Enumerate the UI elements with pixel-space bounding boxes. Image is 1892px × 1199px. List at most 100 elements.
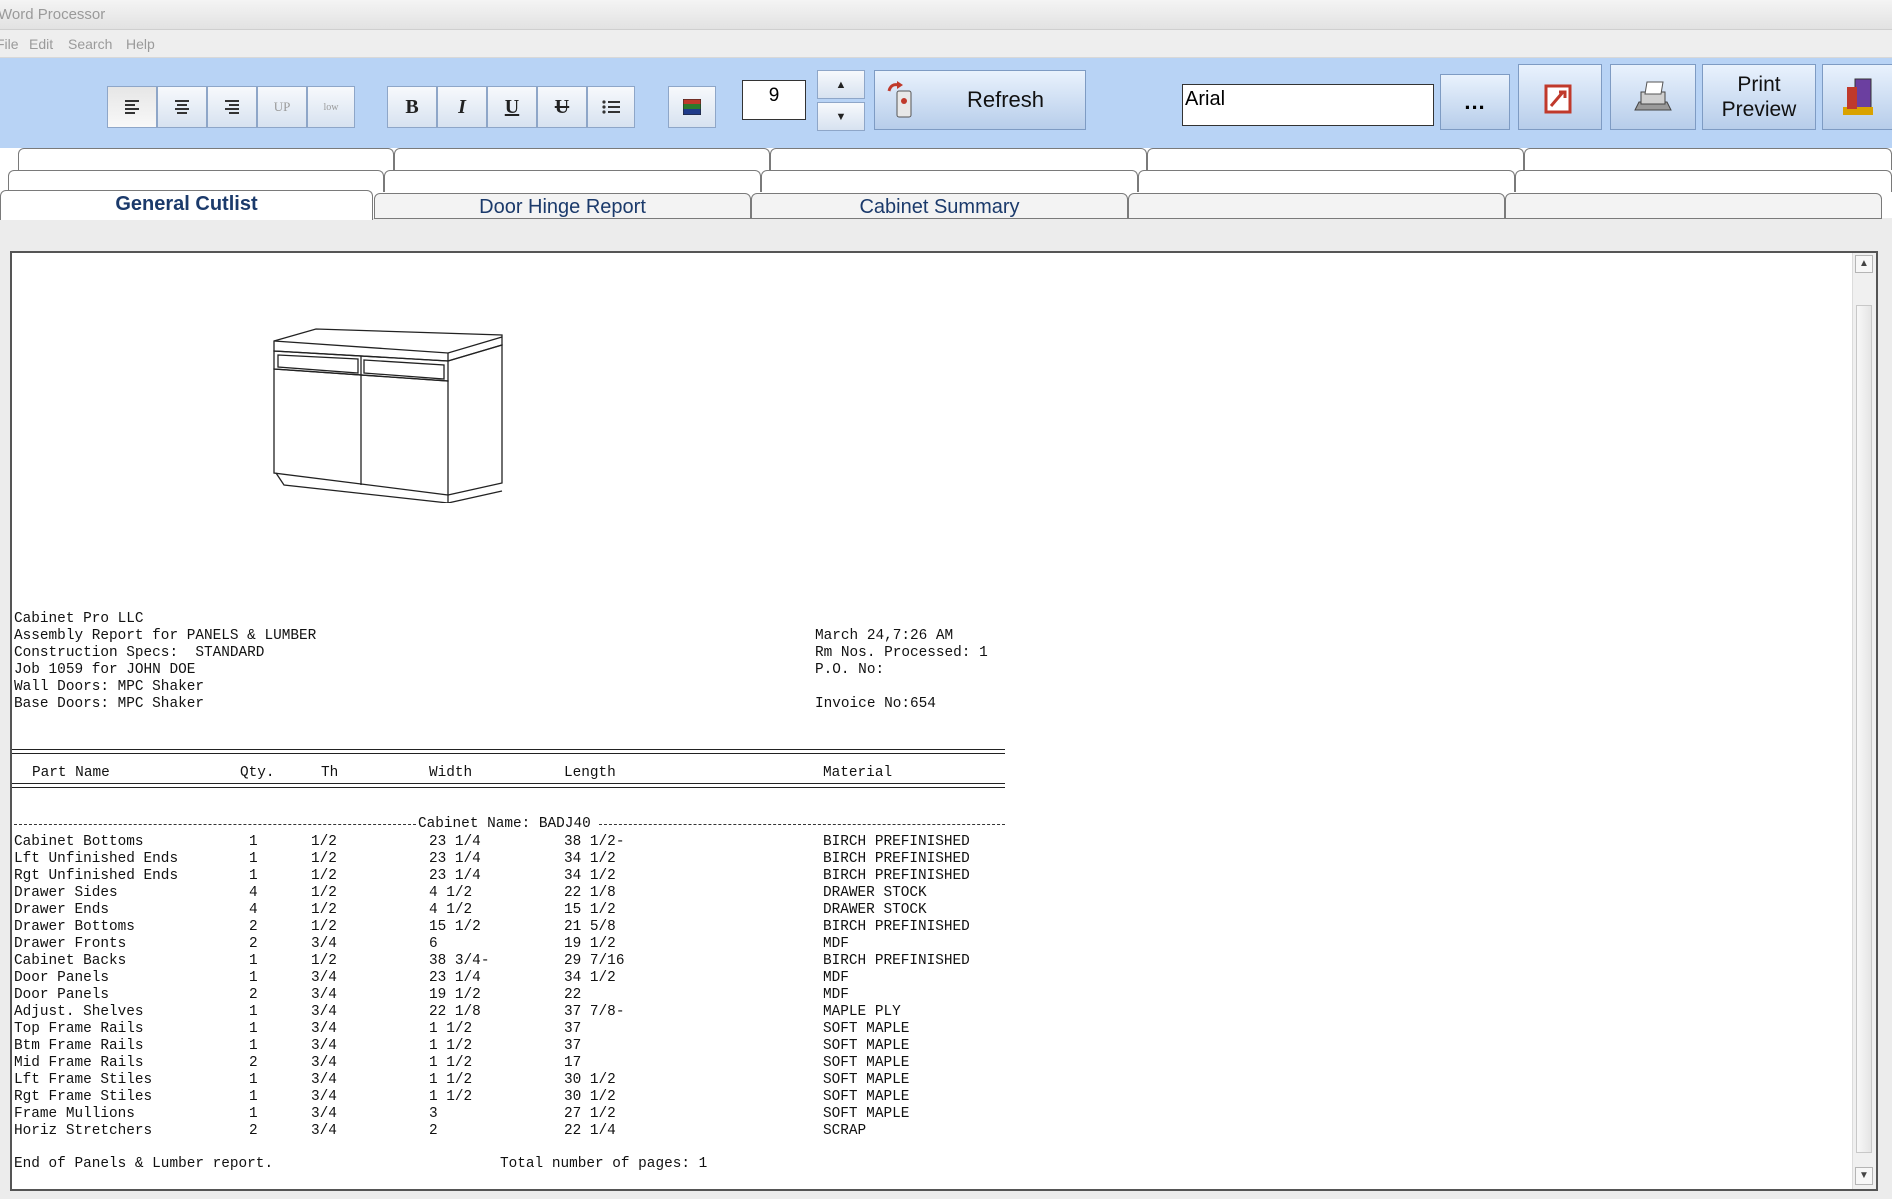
font-size-field[interactable]: 9 <box>742 80 806 120</box>
print-button[interactable] <box>1610 64 1696 130</box>
po-number: P.O. No: <box>815 662 885 678</box>
print-preview-label-2: Preview <box>1721 98 1797 121</box>
bullet-list-button[interactable] <box>587 86 635 128</box>
cell-part-name: Top Frame Rails <box>14 1021 144 1037</box>
cell-width: 23 1/4 <box>429 970 481 986</box>
wall-doors-line: Wall Doors: MPC Shaker <box>14 679 204 695</box>
col-length: Length <box>564 765 616 781</box>
cell-material: DRAWER STOCK <box>823 902 927 918</box>
cell-length: 37 <box>564 1021 582 1037</box>
cell-width: 1 1/2 <box>429 1072 473 1088</box>
refresh-label: Refresh <box>967 87 1045 112</box>
tab-back-row1-1[interactable] <box>18 148 394 170</box>
tab-back-row2-1[interactable] <box>8 170 384 192</box>
pdf-export-icon <box>1544 84 1572 114</box>
more-button[interactable]: ... <box>1440 74 1510 130</box>
cell-length: 17 <box>564 1055 582 1071</box>
tab-back-row2-2[interactable] <box>384 170 761 192</box>
cell-material: SOFT MAPLE <box>823 1072 910 1088</box>
cell-part-name: Drawer Bottoms <box>14 919 135 935</box>
scroll-up-icon[interactable]: ▲ <box>1855 255 1873 273</box>
construction-specs-line: Construction Specs: STANDARD <box>14 645 265 661</box>
cell-th: 3/4 <box>311 1123 337 1139</box>
font-size-down-button[interactable]: ▼ <box>817 102 865 131</box>
tab-cabinet-summary[interactable]: Cabinet Summary <box>751 193 1128 219</box>
cell-material: MDF <box>823 970 849 986</box>
cell-th: 3/4 <box>311 1038 337 1054</box>
total-pages-text: Total number of pages: 1 <box>500 1156 708 1172</box>
font-size-up-button[interactable]: ▲ <box>817 70 865 99</box>
tab-back-row1-4[interactable] <box>1147 148 1524 170</box>
italic-button[interactable]: I <box>437 86 487 128</box>
align-left-button[interactable] <box>107 86 157 128</box>
cell-material: DRAWER STOCK <box>823 885 927 901</box>
cell-width: 6 <box>429 936 438 952</box>
tab-back-row2-3[interactable] <box>761 170 1138 192</box>
tab-door-hinge-report[interactable]: Door Hinge Report <box>374 193 751 219</box>
cell-th: 1/2 <box>311 902 337 918</box>
scroll-down-icon[interactable]: ▼ <box>1855 1167 1873 1185</box>
tab-empty-5[interactable] <box>1505 193 1882 219</box>
cell-length: 29 7/16 <box>564 953 625 969</box>
export-button[interactable] <box>1518 64 1602 130</box>
menu-edit[interactable]: Edit <box>29 30 53 58</box>
menu-file[interactable]: File <box>0 30 19 58</box>
menu-help[interactable]: Help <box>126 30 155 58</box>
cell-part-name: Adjust. Shelves <box>14 1004 144 1020</box>
cell-material: SOFT MAPLE <box>823 1106 910 1122</box>
cell-material: MDF <box>823 936 849 952</box>
refresh-button[interactable]: Refresh <box>874 70 1086 130</box>
invoice-number: Invoice No:654 <box>815 696 936 712</box>
col-width: Width <box>429 765 473 781</box>
report-document[interactable]: Cabinet Pro LLC Assembly Report for PANE… <box>10 251 1878 1191</box>
cell-length: 19 1/2 <box>564 936 616 952</box>
tab-back-row1-2[interactable] <box>394 148 770 170</box>
cabinet-drawing <box>273 328 503 503</box>
superscript-button[interactable]: UP <box>257 86 307 128</box>
cell-length: 22 1/8 <box>564 885 616 901</box>
cell-qty: 1 <box>249 1089 258 1105</box>
subscript-label: low <box>323 101 339 113</box>
menu-search[interactable]: Search <box>68 30 112 58</box>
cell-qty: 2 <box>249 1123 258 1139</box>
bullet-list-icon <box>602 100 620 114</box>
cell-length: 34 1/2 <box>564 970 616 986</box>
cell-material: BIRCH PREFINISHED <box>823 851 970 867</box>
cell-width: 4 1/2 <box>429 885 473 901</box>
cell-material: SOFT MAPLE <box>823 1089 910 1105</box>
scroll-thumb[interactable] <box>1856 305 1872 1153</box>
cell-material: SOFT MAPLE <box>823 1021 910 1037</box>
tab-back-row2-4[interactable] <box>1138 170 1515 192</box>
tab-back-row1-3[interactable] <box>770 148 1147 170</box>
align-right-button[interactable] <box>207 86 257 128</box>
cell-material: SCRAP <box>823 1123 867 1139</box>
font-name-field[interactable]: Arial <box>1182 84 1434 126</box>
cell-width: 23 1/4 <box>429 868 481 884</box>
underline-button[interactable]: U <box>487 86 537 128</box>
align-center-button[interactable] <box>157 86 207 128</box>
cell-length: 37 7/8- <box>564 1004 625 1020</box>
subscript-button[interactable]: low <box>307 86 355 128</box>
strikethrough-button[interactable]: U <box>537 86 587 128</box>
vertical-scrollbar[interactable]: ▲ ▼ <box>1852 253 1876 1189</box>
cell-width: 3 <box>429 1106 438 1122</box>
cell-material: SOFT MAPLE <box>823 1055 910 1071</box>
print-preview-label-1: Print <box>1737 73 1781 96</box>
cell-qty: 1 <box>249 868 258 884</box>
text-color-button[interactable] <box>668 86 716 128</box>
col-qty: Qty. <box>240 765 275 781</box>
cell-part-name: Drawer Sides <box>14 885 118 901</box>
tab-back-row1-5[interactable] <box>1524 148 1892 170</box>
cell-width: 1 1/2 <box>429 1021 473 1037</box>
cell-width: 38 3/4- <box>429 953 490 969</box>
exit-button[interactable] <box>1822 64 1892 130</box>
bold-button[interactable]: B <box>387 86 437 128</box>
tab-back-row2-5[interactable] <box>1515 170 1892 192</box>
align-left-icon <box>125 100 139 114</box>
cell-part-name: Rgt Frame Stiles <box>14 1089 153 1105</box>
tab-general-cutlist[interactable]: General Cutlist <box>0 190 373 220</box>
print-preview-button[interactable]: Print Preview <box>1702 64 1816 130</box>
cell-th: 1/2 <box>311 885 337 901</box>
cell-th: 3/4 <box>311 1055 337 1071</box>
tab-empty-4[interactable] <box>1128 193 1505 219</box>
